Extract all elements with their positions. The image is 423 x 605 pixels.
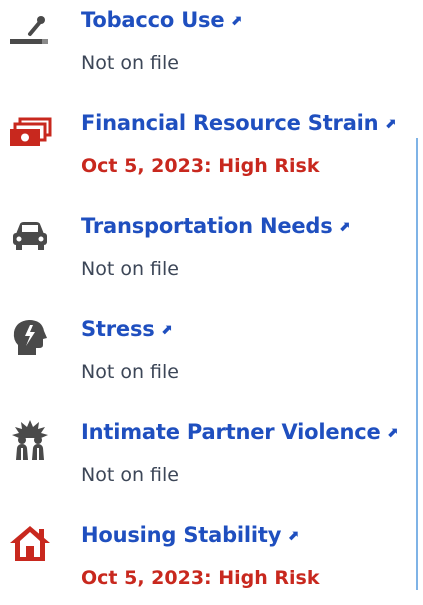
- sdoh-link-tobacco-use[interactable]: Tobacco Use ⬈: [81, 8, 242, 32]
- sdoh-item-housing-stability: Housing Stability ⬈ Oct 5, 2023: High Ris…: [0, 515, 416, 605]
- stress-head-icon: [8, 315, 52, 359]
- sdoh-item-financial-resource-strain: Financial Resource Strain ⬈ Oct 5, 2023: …: [0, 103, 416, 193]
- sdoh-status: Oct 5, 2023: High Risk: [81, 567, 320, 589]
- sdoh-item-intimate-partner-violence: Intimate Partner Violence ⬈ Not on file: [0, 412, 416, 502]
- external-link-icon: ⬈: [338, 219, 351, 235]
- sdoh-status: Not on file: [81, 52, 179, 74]
- sdoh-status: Oct 5, 2023: High Risk: [81, 155, 320, 177]
- external-link-icon: ⬈: [230, 13, 242, 29]
- sdoh-link-housing-stability[interactable]: Housing Stability ⬈: [81, 523, 299, 547]
- house-icon: [8, 521, 52, 565]
- car-icon: [8, 212, 52, 256]
- sdoh-status: Not on file: [81, 258, 179, 280]
- external-link-icon: ⬈: [160, 322, 173, 338]
- sdoh-link-financial-resource-strain[interactable]: Financial Resource Strain ⬈: [81, 111, 396, 135]
- sdoh-item-transportation-needs: Transportation Needs ⬈ Not on file: [0, 206, 416, 296]
- external-link-icon: ⬈: [386, 425, 399, 441]
- money-icon: [8, 109, 52, 153]
- external-link-icon: ⬈: [287, 528, 299, 544]
- external-link-icon: ⬈: [384, 116, 396, 132]
- sdoh-status: Not on file: [81, 361, 179, 383]
- sdoh-link-transportation-needs[interactable]: Transportation Needs ⬈: [81, 214, 350, 238]
- sdoh-link-stress[interactable]: Stress ⬈: [81, 317, 172, 341]
- sdoh-link-intimate-partner-violence[interactable]: Intimate Partner Violence ⬈: [81, 420, 398, 444]
- cigarette-icon: [8, 6, 52, 50]
- panel-border: [416, 138, 418, 590]
- violence-icon: [8, 418, 52, 462]
- sdoh-status: Not on file: [81, 464, 179, 486]
- sdoh-item-stress: Stress ⬈ Not on file: [0, 309, 416, 399]
- sdoh-item-tobacco-use: Tobacco Use ⬈ Not on file: [0, 0, 416, 90]
